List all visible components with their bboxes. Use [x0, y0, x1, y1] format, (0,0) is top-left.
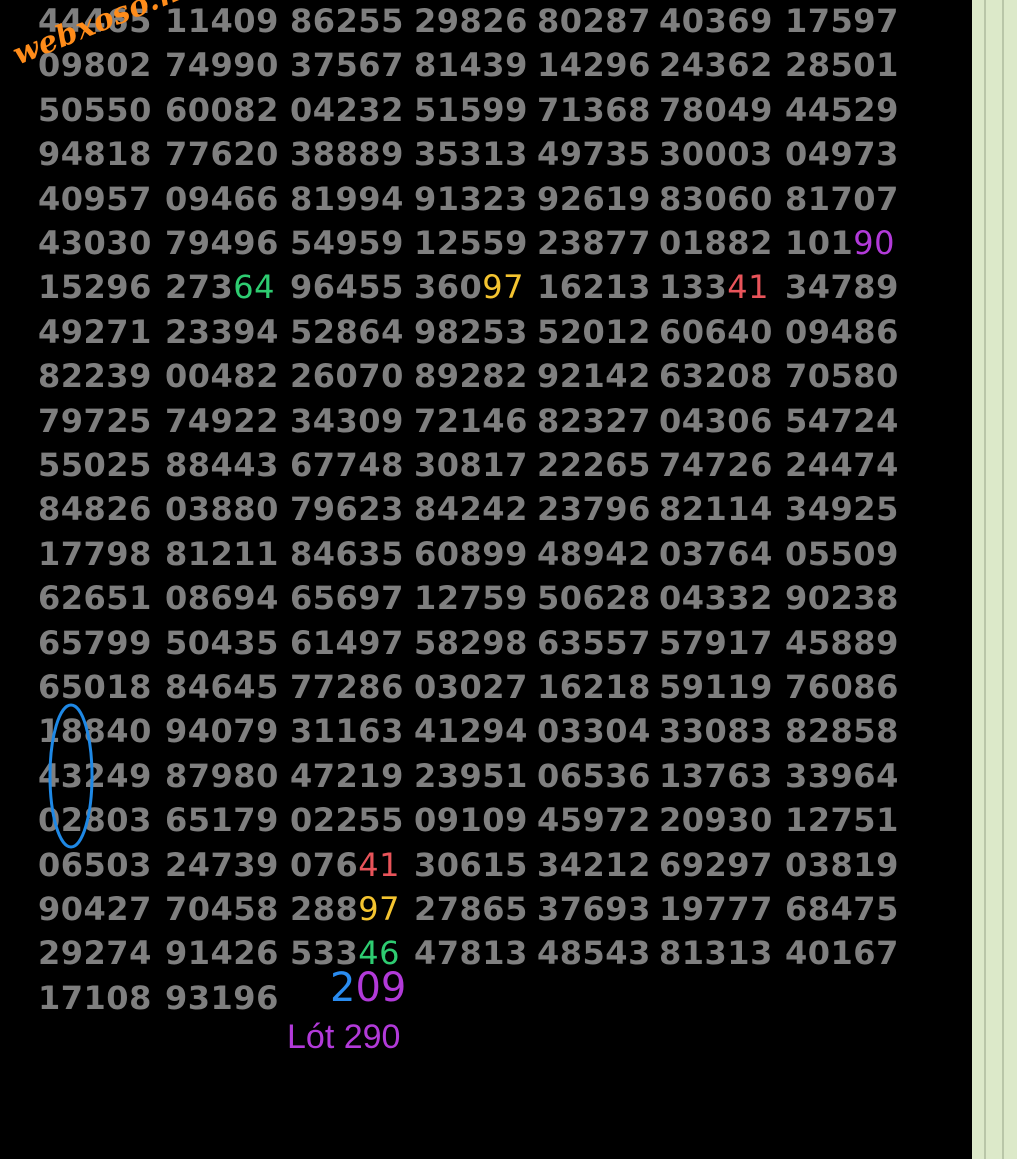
sidebar-divider	[1002, 0, 1004, 1159]
circle-annotation-ellipse	[48, 703, 94, 849]
lot-note: Lót 290	[287, 1018, 401, 1056]
sidebar-divider	[984, 0, 986, 1159]
total-first-digit: 2	[330, 965, 356, 1011]
number-grid-canvas: 44465 11409 86255 29826 80287 40369 17597 09802…	[0, 0, 972, 1159]
total-rest-digits: 09	[355, 965, 407, 1011]
circle-annotation	[48, 703, 94, 849]
right-sidebar	[972, 0, 1017, 1159]
total-value: 209	[330, 968, 406, 1008]
